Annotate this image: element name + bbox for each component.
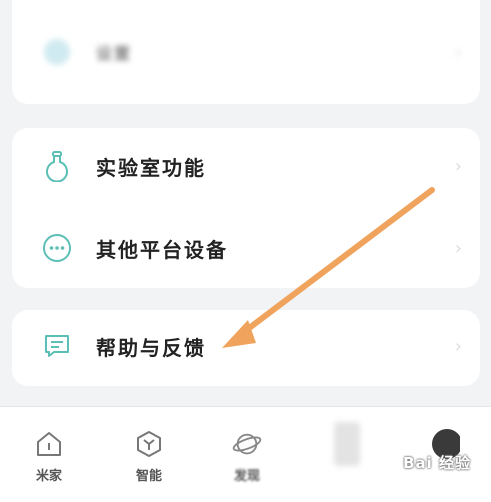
more-dots-icon [42,233,72,263]
settings-circle-icon [42,37,72,67]
watermark: Bai 经验 [403,454,471,472]
tab-smart[interactable]: 智能 [124,429,174,484]
tab-label: 发现 [233,469,260,484]
home-icon [34,429,64,459]
chevron-right-icon: › [454,335,462,357]
menu-item-label: 实验室功能 [96,155,206,180]
tab-home[interactable]: 米家 [24,429,74,484]
tab-label: 智能 [135,469,162,484]
hexagon-y-icon [134,429,164,459]
menu-item-label: 设置 [96,44,133,63]
settings-card: 设置 › [12,0,480,104]
message-icon [42,331,72,361]
tab-discover[interactable]: 发现 [222,429,272,484]
tab-label: 米家 [35,469,62,484]
menu-item-label: 帮助与反馈 [96,335,206,360]
chevron-right-icon: › [454,155,462,177]
chevron-right-icon: › [454,41,462,63]
planet-icon [232,429,262,459]
chevron-right-icon: › [454,237,462,259]
features-card: 实验室功能 › 其他平台设备 › [12,128,480,288]
lab-flask-icon [42,151,72,182]
tab-blurred[interactable] [322,422,372,466]
help-card: 帮助与反馈 › [12,310,480,386]
menu-item-label: 其他平台设备 [96,237,228,262]
blurred-tab-icon [332,422,362,466]
